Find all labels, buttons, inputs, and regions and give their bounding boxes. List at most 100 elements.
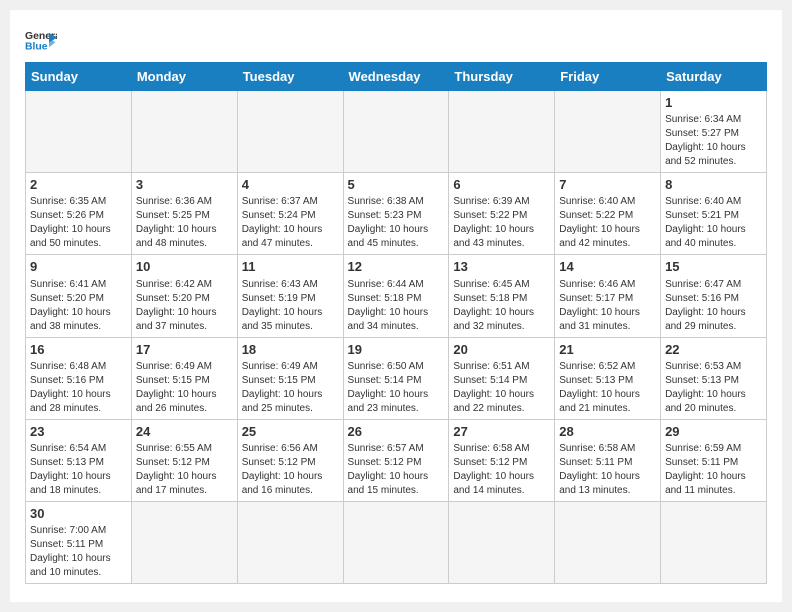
day-info: Sunrise: 6:40 AM Sunset: 5:22 PM Dayligh… <box>559 195 656 251</box>
day-cell: 18Sunrise: 6:49 AM Sunset: 5:15 PM Dayli… <box>237 337 343 419</box>
day-number: 18 <box>242 341 339 359</box>
day-cell: 3Sunrise: 6:36 AM Sunset: 5:25 PM Daylig… <box>131 173 237 255</box>
day-info: Sunrise: 6:44 AM Sunset: 5:18 PM Dayligh… <box>348 278 445 334</box>
day-cell: 13 Sunrise: 6:45 AM Sunset: 5:18 PM Dayli… <box>449 255 555 337</box>
calendar-page: General Blue SundayMondayTuesdayWednesda… <box>10 10 782 602</box>
day-info: Sunrise: 6:34 AM Sunset: 5:27 PM Dayligh… <box>665 113 762 169</box>
day-cell <box>343 91 449 173</box>
week-row-5: 23Sunrise: 6:54 AM Sunset: 5:13 PM Dayli… <box>26 419 767 501</box>
day-number: 22 <box>665 341 762 359</box>
day-cell: 14Sunrise: 6:46 AM Sunset: 5:17 PM Dayli… <box>555 255 661 337</box>
day-info: Sunrise: 6:36 AM Sunset: 5:25 PM Dayligh… <box>136 195 233 251</box>
day-cell: 30Sunrise: 7:00 AM Sunset: 5:11 PM Dayli… <box>26 501 132 583</box>
day-info: Sunrise: 6:55 AM Sunset: 5:12 PM Dayligh… <box>136 442 233 498</box>
day-cell: 16Sunrise: 6:48 AM Sunset: 5:16 PM Dayli… <box>26 337 132 419</box>
day-number: 17 <box>136 341 233 359</box>
day-number: 19 <box>348 341 445 359</box>
day-info: Sunrise: 6:38 AM Sunset: 5:23 PM Dayligh… <box>348 195 445 251</box>
day-info: Sunrise: 6:37 AM Sunset: 5:24 PM Dayligh… <box>242 195 339 251</box>
day-number: 1 <box>665 94 762 112</box>
day-info: Sunrise: 6:52 AM Sunset: 5:13 PM Dayligh… <box>559 360 656 416</box>
day-cell: 26Sunrise: 6:57 AM Sunset: 5:12 PM Dayli… <box>343 419 449 501</box>
week-row-1: 1Sunrise: 6:34 AM Sunset: 5:27 PM Daylig… <box>26 91 767 173</box>
day-info: Sunrise: 6:42 AM Sunset: 5:20 PM Dayligh… <box>136 278 233 334</box>
day-cell: 19Sunrise: 6:50 AM Sunset: 5:14 PM Dayli… <box>343 337 449 419</box>
day-number: 5 <box>348 176 445 194</box>
day-info: Sunrise: 6:59 AM Sunset: 5:11 PM Dayligh… <box>665 442 762 498</box>
day-number: 20 <box>453 341 550 359</box>
day-number: 7 <box>559 176 656 194</box>
day-info: Sunrise: 6:41 AM Sunset: 5:20 PM Dayligh… <box>30 278 127 334</box>
day-cell <box>26 91 132 173</box>
day-info: Sunrise: 6:48 AM Sunset: 5:16 PM Dayligh… <box>30 360 127 416</box>
day-number: 13 <box>453 258 550 276</box>
day-cell: 6Sunrise: 6:39 AM Sunset: 5:22 PM Daylig… <box>449 173 555 255</box>
day-number: 27 <box>453 423 550 441</box>
day-info: Sunrise: 6:53 AM Sunset: 5:13 PM Dayligh… <box>665 360 762 416</box>
week-row-2: 2Sunrise: 6:35 AM Sunset: 5:26 PM Daylig… <box>26 173 767 255</box>
day-cell: 20Sunrise: 6:51 AM Sunset: 5:14 PM Dayli… <box>449 337 555 419</box>
week-row-6: 30Sunrise: 7:00 AM Sunset: 5:11 PM Dayli… <box>26 501 767 583</box>
weekday-header-wednesday: Wednesday <box>343 63 449 91</box>
weekday-header-saturday: Saturday <box>661 63 767 91</box>
weekday-header-monday: Monday <box>131 63 237 91</box>
day-cell: 25Sunrise: 6:56 AM Sunset: 5:12 PM Dayli… <box>237 419 343 501</box>
day-number: 21 <box>559 341 656 359</box>
day-cell: 2Sunrise: 6:35 AM Sunset: 5:26 PM Daylig… <box>26 173 132 255</box>
day-info: Sunrise: 6:47 AM Sunset: 5:16 PM Dayligh… <box>665 278 762 334</box>
day-number: 3 <box>136 176 233 194</box>
day-cell <box>661 501 767 583</box>
day-cell <box>131 91 237 173</box>
day-number: 12 <box>348 258 445 276</box>
day-info: Sunrise: 6:54 AM Sunset: 5:13 PM Dayligh… <box>30 442 127 498</box>
calendar-table: SundayMondayTuesdayWednesdayThursdayFrid… <box>25 62 767 584</box>
day-number: 16 <box>30 341 127 359</box>
weekday-header-row: SundayMondayTuesdayWednesdayThursdayFrid… <box>26 63 767 91</box>
day-info: Sunrise: 6:51 AM Sunset: 5:14 PM Dayligh… <box>453 360 550 416</box>
day-info: Sunrise: 6:58 AM Sunset: 5:11 PM Dayligh… <box>559 442 656 498</box>
day-number: 30 <box>30 505 127 523</box>
day-cell: 21Sunrise: 6:52 AM Sunset: 5:13 PM Dayli… <box>555 337 661 419</box>
day-cell <box>343 501 449 583</box>
day-info: Sunrise: 6:58 AM Sunset: 5:12 PM Dayligh… <box>453 442 550 498</box>
day-info: Sunrise: 6:56 AM Sunset: 5:12 PM Dayligh… <box>242 442 339 498</box>
day-info: Sunrise: 6:49 AM Sunset: 5:15 PM Dayligh… <box>136 360 233 416</box>
svg-text:Blue: Blue <box>25 42 48 53</box>
day-info: Sunrise: 6:45 AM Sunset: 5:18 PM Dayligh… <box>453 278 550 334</box>
day-cell: 7Sunrise: 6:40 AM Sunset: 5:22 PM Daylig… <box>555 173 661 255</box>
logo-svg: General Blue <box>25 26 57 54</box>
day-cell: 29Sunrise: 6:59 AM Sunset: 5:11 PM Dayli… <box>661 419 767 501</box>
day-number: 11 <box>242 258 339 276</box>
day-cell <box>449 501 555 583</box>
day-number: 24 <box>136 423 233 441</box>
day-info: Sunrise: 6:43 AM Sunset: 5:19 PM Dayligh… <box>242 278 339 334</box>
day-number: 28 <box>559 423 656 441</box>
day-cell: 15Sunrise: 6:47 AM Sunset: 5:16 PM Dayli… <box>661 255 767 337</box>
day-number: 4 <box>242 176 339 194</box>
day-info: Sunrise: 6:50 AM Sunset: 5:14 PM Dayligh… <box>348 360 445 416</box>
header: General Blue <box>25 20 767 54</box>
day-cell: 4Sunrise: 6:37 AM Sunset: 5:24 PM Daylig… <box>237 173 343 255</box>
day-info: Sunrise: 7:00 AM Sunset: 5:11 PM Dayligh… <box>30 524 127 580</box>
day-cell: 1Sunrise: 6:34 AM Sunset: 5:27 PM Daylig… <box>661 91 767 173</box>
day-cell <box>449 91 555 173</box>
day-cell: 11 Sunrise: 6:43 AM Sunset: 5:19 PM Dayli… <box>237 255 343 337</box>
day-cell <box>555 501 661 583</box>
day-info: Sunrise: 6:35 AM Sunset: 5:26 PM Dayligh… <box>30 195 127 251</box>
day-number: 6 <box>453 176 550 194</box>
day-cell: 10Sunrise: 6:42 AM Sunset: 5:20 PM Dayli… <box>131 255 237 337</box>
day-number: 23 <box>30 423 127 441</box>
day-info: Sunrise: 6:40 AM Sunset: 5:21 PM Dayligh… <box>665 195 762 251</box>
day-info: Sunrise: 6:57 AM Sunset: 5:12 PM Dayligh… <box>348 442 445 498</box>
week-row-3: 9 Sunrise: 6:41 AM Sunset: 5:20 PM Daylig… <box>26 255 767 337</box>
weekday-header-tuesday: Tuesday <box>237 63 343 91</box>
day-info: Sunrise: 6:39 AM Sunset: 5:22 PM Dayligh… <box>453 195 550 251</box>
day-number: 9 <box>30 258 127 276</box>
day-cell <box>237 91 343 173</box>
day-info: Sunrise: 6:49 AM Sunset: 5:15 PM Dayligh… <box>242 360 339 416</box>
day-cell <box>555 91 661 173</box>
day-cell: 27Sunrise: 6:58 AM Sunset: 5:12 PM Dayli… <box>449 419 555 501</box>
day-cell: 9 Sunrise: 6:41 AM Sunset: 5:20 PM Daylig… <box>26 255 132 337</box>
day-cell: 22Sunrise: 6:53 AM Sunset: 5:13 PM Dayli… <box>661 337 767 419</box>
day-number: 26 <box>348 423 445 441</box>
